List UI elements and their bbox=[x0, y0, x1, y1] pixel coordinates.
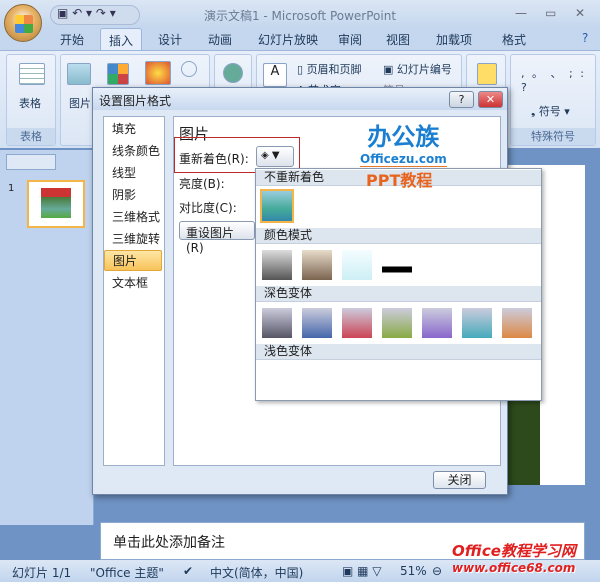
header-footer-label: 页眉和页脚 bbox=[306, 63, 362, 76]
dark-variation-swatch[interactable] bbox=[262, 308, 292, 338]
picture-icon bbox=[67, 63, 91, 85]
light-variation-swatch[interactable] bbox=[462, 366, 492, 396]
watermark-text: Office教程学习网 bbox=[452, 542, 576, 560]
slide-counter: 幻灯片 1/1 bbox=[12, 566, 72, 580]
logo-site: Officezu.com bbox=[360, 152, 447, 167]
brightness-label: 亮度(B): bbox=[179, 177, 225, 191]
clipart-icon bbox=[107, 63, 129, 85]
recolor-dropdown[interactable]: ◈ ▼ bbox=[256, 146, 294, 167]
recolor-menu: 不重新着色 PPT教程 颜色模式 深色变体 浅色变体 bbox=[255, 168, 542, 401]
color-mode-swatch[interactable] bbox=[342, 250, 372, 280]
nav-line-color[interactable]: 线条颜色 bbox=[104, 141, 162, 162]
dialog-title: 设置图片格式 bbox=[99, 94, 172, 108]
logo-sub: PPT教程 bbox=[366, 171, 433, 190]
slide-number-label: 幻灯片编号 bbox=[396, 63, 452, 76]
nav-textbox[interactable]: 文本框 bbox=[104, 273, 162, 294]
light-variation-swatch[interactable] bbox=[302, 366, 332, 396]
spellcheck-icon[interactable]: ✔ bbox=[183, 564, 193, 578]
close-button[interactable]: 关闭 bbox=[433, 471, 486, 489]
selected-picture[interactable] bbox=[508, 400, 540, 485]
sound-icon[interactable] bbox=[477, 63, 497, 85]
textbox-icon[interactable]: A bbox=[263, 63, 287, 87]
hyperlink-icon[interactable] bbox=[223, 63, 243, 83]
watermark: Office教程学习网 www.office68.com bbox=[452, 540, 576, 575]
officezu-logo: 办公族 Officezu.com bbox=[360, 117, 447, 167]
table-icon bbox=[19, 63, 45, 85]
office-logo-icon bbox=[15, 15, 33, 33]
header-footer-button[interactable]: ▯ 页眉和页脚 bbox=[297, 61, 362, 77]
nav-fill[interactable]: 填充 bbox=[104, 119, 162, 140]
theme-name: "Office 主题" bbox=[90, 566, 164, 580]
reset-picture-button[interactable]: 重设图片(R) bbox=[179, 221, 255, 255]
contrast-label: 对比度(C): bbox=[179, 201, 237, 215]
table-group: 表格 表格 bbox=[6, 54, 56, 146]
ribbon-tabs: 开始 插入 设计 动画 幻灯片放映 审阅 视图 加载项 格式 ? bbox=[0, 28, 600, 51]
light-variation-swatch[interactable] bbox=[422, 366, 452, 396]
slide-index: 1 bbox=[8, 183, 15, 194]
slide-thumbnail[interactable] bbox=[27, 180, 85, 228]
color-mode-swatch[interactable] bbox=[382, 250, 412, 280]
dialog-close-button[interactable]: ✕ bbox=[478, 91, 503, 108]
section-light-variations: 浅色变体 bbox=[256, 344, 541, 360]
slide-number-button[interactable]: ▣ 幻灯片编号 bbox=[383, 61, 452, 77]
nav-3d-format[interactable]: 三维格式 bbox=[104, 207, 162, 228]
tab-slideshow[interactable]: 幻灯片放映 bbox=[258, 31, 318, 48]
office-button[interactable] bbox=[4, 4, 42, 42]
tab-addins[interactable]: 加载项 bbox=[436, 31, 472, 48]
tab-review[interactable]: 审阅 bbox=[338, 31, 362, 48]
tab-insert[interactable]: 插入 bbox=[100, 28, 143, 51]
dialog-help-button[interactable]: ? bbox=[449, 91, 474, 108]
help-icon[interactable]: ? bbox=[582, 31, 588, 45]
nav-line-style[interactable]: 线型 bbox=[104, 163, 162, 184]
tab-format[interactable]: 格式 bbox=[502, 31, 526, 48]
light-variation-swatch[interactable] bbox=[262, 366, 292, 396]
color-mode-swatch[interactable] bbox=[302, 250, 332, 280]
section-color-modes: 颜色模式 bbox=[256, 228, 541, 244]
dark-variation-swatch[interactable] bbox=[462, 308, 492, 338]
dark-variation-swatch[interactable] bbox=[382, 308, 412, 338]
tab-home[interactable]: 开始 bbox=[60, 31, 84, 48]
watermark-url: www.office68.com bbox=[452, 561, 576, 575]
zoom-out-icon[interactable]: ⊖ bbox=[432, 564, 442, 578]
dark-variation-swatch[interactable] bbox=[342, 308, 372, 338]
shapes-icon[interactable] bbox=[181, 61, 197, 77]
punctuation-symbols[interactable]: , 。 、 ; : ? bbox=[521, 65, 587, 94]
symbol-label: 符号 bbox=[538, 105, 561, 118]
table-button[interactable]: 表格 bbox=[19, 95, 41, 111]
zoom-level[interactable]: 51% bbox=[400, 564, 427, 578]
tab-animation[interactable]: 动画 bbox=[208, 31, 232, 48]
dark-variation-swatch[interactable] bbox=[422, 308, 452, 338]
color-mode-swatch[interactable] bbox=[262, 250, 292, 280]
symbol-button[interactable]: ❟ 符号 ▾ bbox=[531, 103, 570, 119]
maximize-button[interactable]: ▭ bbox=[545, 6, 556, 20]
thumbnail-image bbox=[41, 188, 71, 218]
group-label: 特殊符号 bbox=[511, 128, 595, 145]
special-symbols-group: , 。 、 ; : ? ❟ 符号 ▾ 特殊符号 bbox=[510, 54, 596, 146]
tab-view[interactable]: 视图 bbox=[386, 31, 410, 48]
nav-3d-rotation[interactable]: 三维旋转 bbox=[104, 229, 162, 250]
photo-album-icon bbox=[145, 61, 171, 85]
close-window-button[interactable]: ✕ bbox=[575, 6, 585, 20]
minimize-button[interactable]: — bbox=[515, 6, 527, 20]
light-variation-swatch[interactable] bbox=[382, 366, 412, 396]
group-label: 表格 bbox=[7, 128, 55, 145]
window-title: 演示文稿1 - Microsoft PowerPoint bbox=[203, 9, 397, 23]
no-recolor-option[interactable] bbox=[260, 189, 294, 223]
slides-outline-tabs[interactable] bbox=[6, 154, 56, 170]
picture-button[interactable]: 图片 bbox=[69, 95, 91, 111]
light-variation-swatch[interactable] bbox=[502, 366, 532, 396]
dark-variation-swatch[interactable] bbox=[502, 308, 532, 338]
dark-variation-swatch[interactable] bbox=[302, 308, 332, 338]
recolor-label: 重新着色(R): bbox=[179, 152, 249, 166]
title-bar: ▣ ↶ ▾ ↷ ▾ 演示文稿1 - Microsoft PowerPoint —… bbox=[0, 0, 600, 28]
nav-shadow[interactable]: 阴影 bbox=[104, 185, 162, 206]
tab-design[interactable]: 设计 bbox=[158, 31, 182, 48]
nav-picture[interactable]: 图片 bbox=[104, 250, 162, 271]
logo-brand: 办公族 bbox=[367, 123, 440, 151]
category-list: 填充 线条颜色 线型 阴影 三维格式 三维旋转 图片 文本框 bbox=[103, 116, 165, 466]
language[interactable]: 中文(简体，中国) bbox=[210, 564, 303, 581]
section-dark-variations: 深色变体 bbox=[256, 286, 541, 302]
view-buttons[interactable]: ▣ ▦ ▽ bbox=[342, 564, 382, 578]
light-variation-swatch[interactable] bbox=[342, 366, 372, 396]
